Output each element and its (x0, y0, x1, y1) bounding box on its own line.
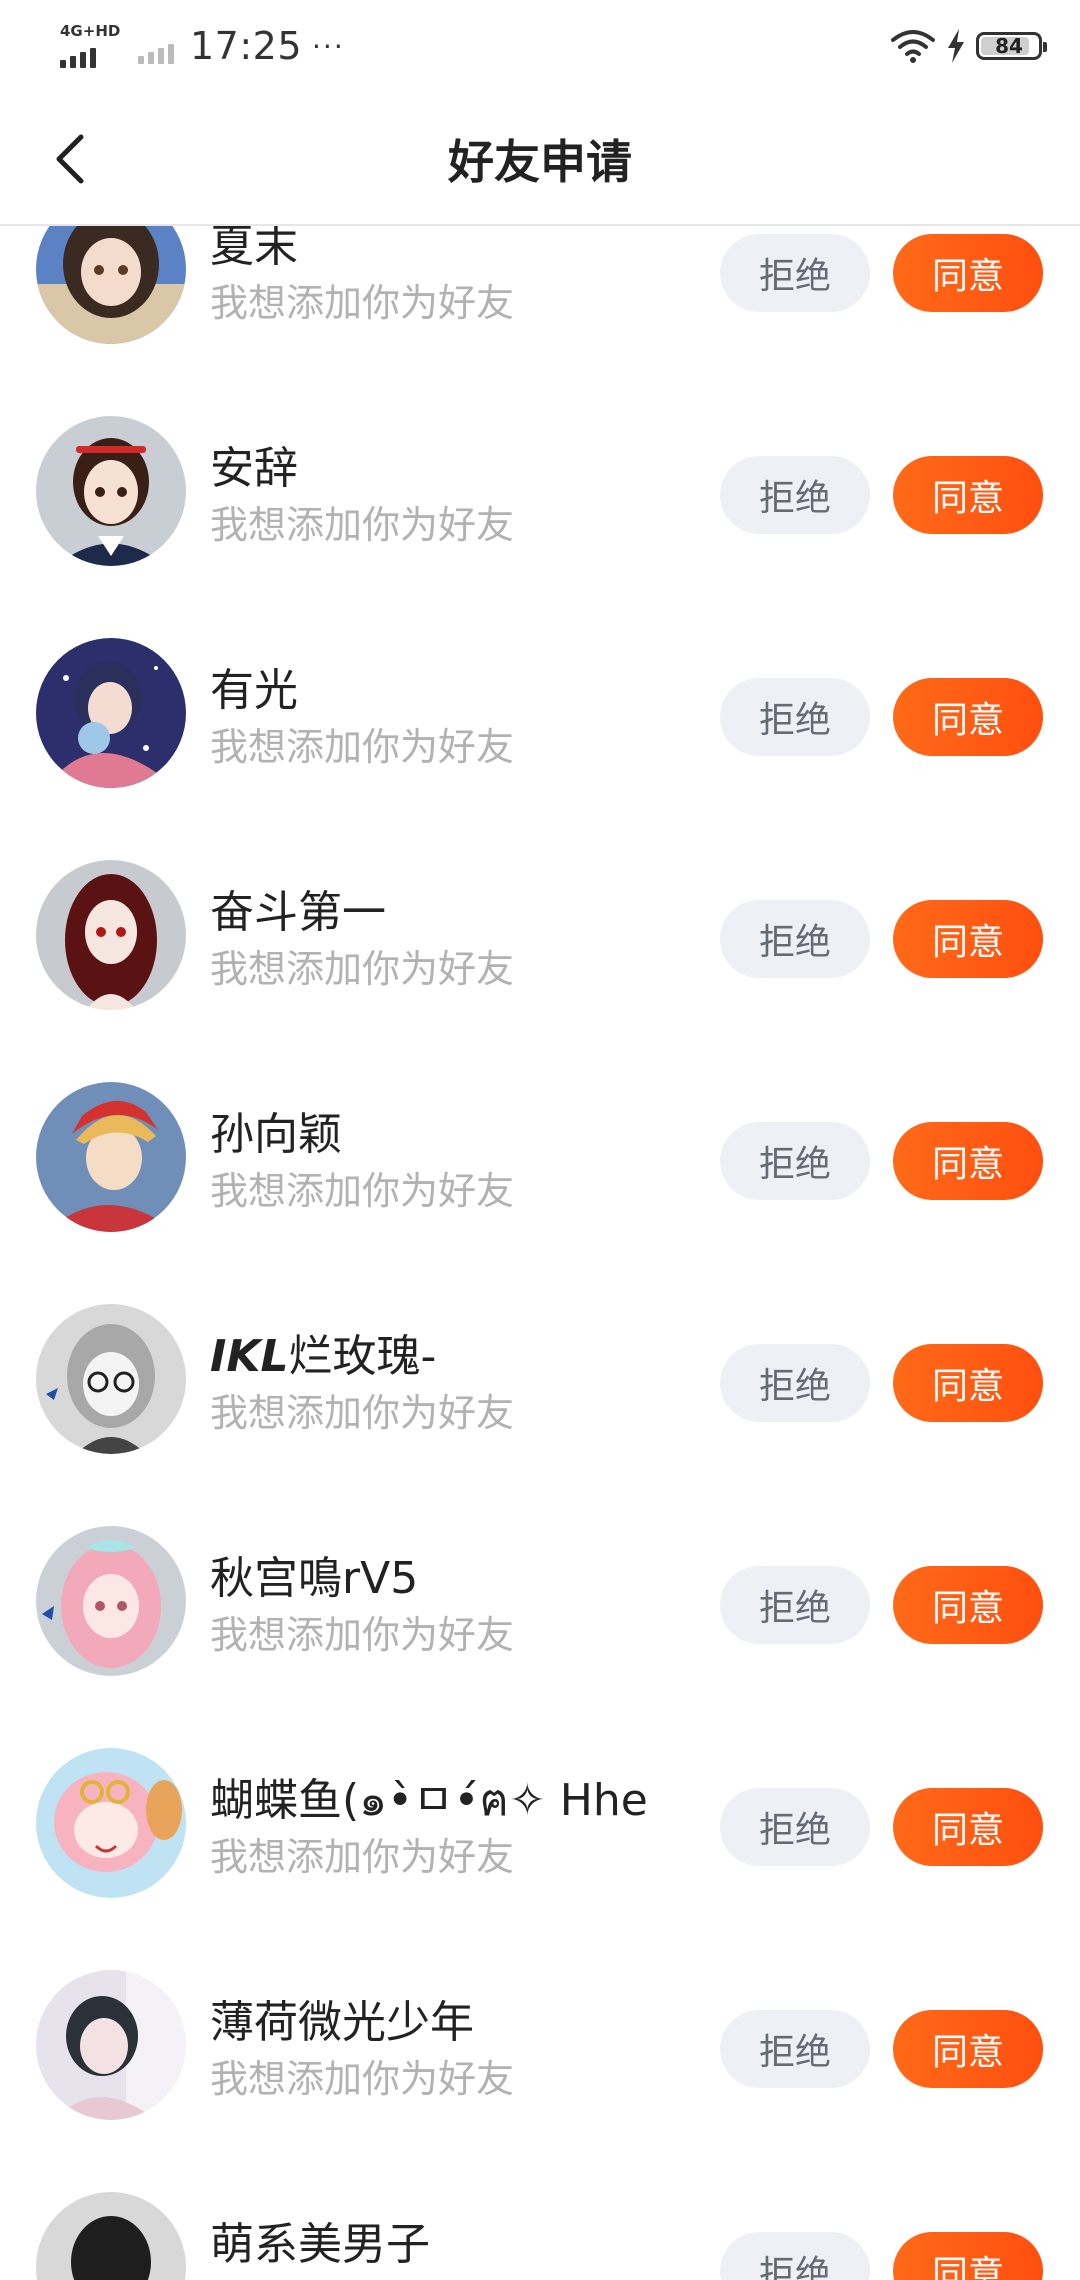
agree-button[interactable]: 同意 (893, 234, 1043, 312)
avatar[interactable] (36, 226, 186, 344)
agree-button[interactable]: 同意 (893, 678, 1043, 756)
agree-button[interactable]: 同意 (893, 2010, 1043, 2088)
avatar[interactable] (36, 1304, 186, 1454)
reject-button[interactable]: 拒绝 (720, 234, 870, 312)
requester-name: 萌系美男子 (210, 2219, 430, 2270)
agree-button[interactable]: 同意 (893, 900, 1043, 978)
agree-button[interactable]: 同意 (893, 1566, 1043, 1644)
requester-name: 有光 (210, 665, 298, 716)
reject-button[interactable]: 拒绝 (720, 678, 870, 756)
status-left: 4G+HD 17:25 ··· (58, 16, 345, 76)
status-right: 84 (890, 16, 1047, 76)
requester-name: 孙向颖 (210, 1109, 342, 1160)
signal-icon-secondary (138, 26, 186, 66)
requester-name: 奋斗第一 (210, 887, 386, 938)
request-message: 我想添加你为好友 (210, 1835, 515, 1879)
agree-button[interactable]: 同意 (893, 2232, 1043, 2280)
friend-request-row: 夏末 我想添加你为好友 拒绝 同意 (0, 226, 1080, 382)
avatar[interactable] (36, 1970, 186, 2120)
wifi-icon (891, 30, 935, 63)
avatar[interactable] (36, 1748, 186, 1898)
friend-request-row: 薄荷微光少年 我想添加你为好友 拒绝 同意 (0, 1936, 1080, 2158)
friend-request-row: 孙向颖 我想添加你为好友 拒绝 同意 (0, 1048, 1080, 1270)
friend-request-row: 萌系美男子 拒绝 同意 (0, 2158, 1080, 2280)
request-message: 我想添加你为好友 (210, 725, 515, 769)
friend-request-row: 蝴蝶鱼(๑•̀ㅁ•́ฅ✧ Hhe 我想添加你为好友 拒绝 同意 (0, 1714, 1080, 1936)
network-indicator: 4G+HD (58, 20, 128, 72)
requester-name: 蝴蝶鱼(๑•̀ㅁ•́ฅ✧ Hhe (210, 1775, 648, 1826)
agree-button[interactable]: 同意 (893, 1122, 1043, 1200)
reject-button[interactable]: 拒绝 (720, 900, 870, 978)
reject-button[interactable]: 拒绝 (720, 1566, 870, 1644)
header: 好友申请 (0, 90, 1080, 226)
clock: 17:25 (190, 24, 303, 68)
request-message: 我想添加你为好友 (210, 503, 515, 547)
request-message: 我想添加你为好友 (210, 947, 515, 991)
battery-icon: 84 (976, 32, 1047, 60)
name-prefix: IKL (210, 1331, 289, 1382)
avatar[interactable] (36, 860, 186, 1010)
agree-button[interactable]: 同意 (893, 456, 1043, 534)
reject-button[interactable]: 拒绝 (720, 456, 870, 534)
request-message: 我想添加你为好友 (210, 2057, 515, 2101)
agree-button[interactable]: 同意 (893, 1788, 1043, 1866)
friend-request-list[interactable]: 夏末 我想添加你为好友 拒绝 同意 安辞 我想添加你为好友 拒绝 同意 有光 我… (0, 226, 1080, 2280)
network-type: 4G+HD (60, 22, 121, 40)
battery-level: 84 (995, 34, 1023, 58)
reject-button[interactable]: 拒绝 (720, 2232, 870, 2280)
friend-request-row: IKL烂玫瑰- 我想添加你为好友 拒绝 同意 (0, 1270, 1080, 1492)
requester-name: IKL烂玫瑰- (210, 1320, 436, 1384)
friend-request-row: 安辞 我想添加你为好友 拒绝 同意 (0, 382, 1080, 604)
request-message: 我想添加你为好友 (210, 1613, 515, 1657)
avatar[interactable] (36, 2192, 186, 2280)
avatar[interactable] (36, 1082, 186, 1232)
requester-name: 薄荷微光少年 (210, 1997, 474, 2048)
friend-request-row: 有光 我想添加你为好友 拒绝 同意 (0, 604, 1080, 826)
requester-name: 夏末 (210, 226, 298, 272)
request-message: 我想添加你为好友 (210, 1391, 515, 1435)
more-notifications-icon: ··· (312, 29, 345, 63)
requester-name: 秋宫鳴rV5 (210, 1553, 419, 1604)
signal-icon (60, 48, 96, 68)
reject-button[interactable]: 拒绝 (720, 2010, 870, 2088)
friend-request-row: 奋斗第一 我想添加你为好友 拒绝 同意 (0, 826, 1080, 1048)
reject-button[interactable]: 拒绝 (720, 1122, 870, 1200)
requester-name: 安辞 (210, 443, 298, 494)
agree-button[interactable]: 同意 (893, 1344, 1043, 1422)
avatar[interactable] (36, 1526, 186, 1676)
avatar[interactable] (36, 416, 186, 566)
page-title: 好友申请 (448, 135, 632, 189)
status-bar: 4G+HD 17:25 ··· 84 (0, 0, 1080, 90)
request-message: 我想添加你为好友 (210, 281, 515, 325)
reject-button[interactable]: 拒绝 (720, 1788, 870, 1866)
avatar[interactable] (36, 638, 186, 788)
reject-button[interactable]: 拒绝 (720, 1344, 870, 1422)
lightning-icon (948, 29, 964, 63)
request-message: 我想添加你为好友 (210, 1169, 515, 1213)
friend-request-row: 秋宫鳴rV5 我想添加你为好友 拒绝 同意 (0, 1492, 1080, 1714)
name-text: 烂玫瑰- (288, 1331, 437, 1382)
